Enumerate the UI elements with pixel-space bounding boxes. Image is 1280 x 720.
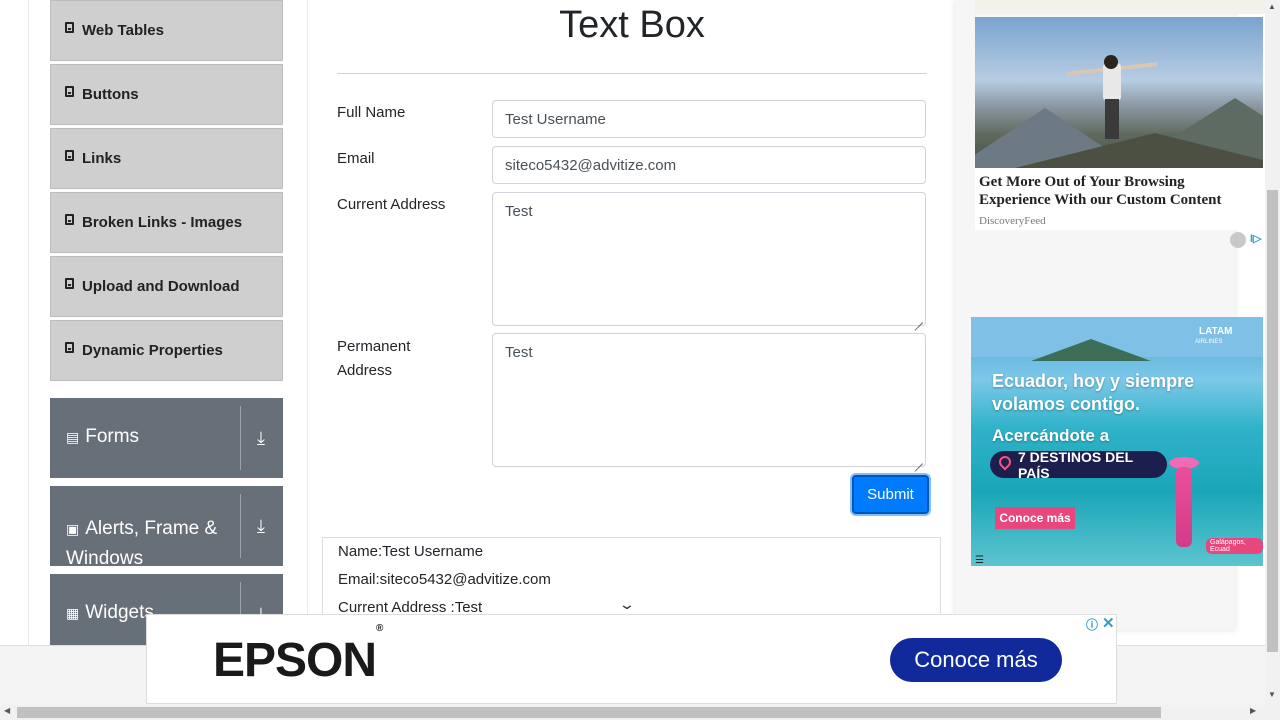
resize-grip-icon[interactable] [915, 456, 923, 464]
sidebar-item-links[interactable]: Links [50, 128, 283, 189]
scroll-up-icon[interactable]: ▲ [1268, 2, 1276, 11]
epson-ad[interactable]: EPSON® Conoce más ⓘ ✕ [146, 614, 1117, 704]
document-icon [65, 278, 74, 289]
email-input[interactable]: siteco5432@advitize.com [492, 146, 926, 184]
output-email: Email:siteco5432@advitize.com [338, 571, 551, 588]
scroll-down-icon[interactable]: ▼ [1268, 690, 1276, 699]
vertical-scroll-thumb[interactable] [1267, 190, 1278, 652]
ad-image [975, 17, 1263, 168]
permanent-address-label-line1: Permanent [337, 338, 411, 355]
conoce-mas-button[interactable]: Conoce más [890, 638, 1062, 682]
ad-line1: Ecuador, hoy y siempre [992, 371, 1195, 391]
document-icon [65, 342, 74, 353]
ad-figure [1176, 467, 1192, 547]
location-tag: Galápagos, Ecuad [1206, 538, 1263, 554]
download-icon[interactable]: ⤓ [257, 516, 265, 537]
title-divider [337, 73, 927, 74]
scroll-left-icon[interactable]: ◀ [4, 706, 10, 715]
widgets-icon: ▦ [66, 605, 80, 621]
full-name-label: Full Name [337, 104, 406, 121]
sidebar-group-forms[interactable]: ▤ Forms ⤓ [50, 398, 283, 478]
current-address-value: Test [505, 203, 533, 220]
document-icon [65, 150, 74, 161]
group-label: Widgets [85, 602, 154, 623]
latam-logo: LATAM [1199, 326, 1233, 337]
page-title: Text Box [559, 4, 705, 46]
permanent-address-label-line2: Address [337, 362, 393, 379]
window-icon: ▣ [66, 521, 80, 537]
permanent-address-value: Test [505, 344, 533, 361]
sidebar-item-label: Upload and Download [82, 278, 240, 295]
group-divider [240, 406, 241, 470]
latam-ad[interactable]: LATAM AIRLINES Ecuador, hoy y siempre vol… [971, 317, 1263, 566]
document-icon [65, 22, 74, 33]
current-address-label: Current Address [337, 196, 446, 213]
sidebar-item-label: Web Tables [82, 22, 164, 39]
sidebar-group-alerts[interactable]: ▣ Alerts, Frame & Windows ⤓ [50, 486, 283, 566]
ad-line2: volamos contigo. [992, 394, 1141, 414]
content-border [307, 0, 308, 645]
download-icon[interactable]: ⤓ [257, 428, 265, 449]
full-name-input[interactable]: Test Username [492, 100, 926, 138]
pill-text: 7 DESTINOS DEL PAÍS [1018, 448, 1133, 481]
form-icon: ▤ [66, 429, 80, 445]
discovery-ad[interactable]: Get More Out of Your Browsing Experience… [975, 17, 1263, 230]
conoce-mas-ad-button[interactable]: Conoce más [995, 507, 1075, 529]
menu-icon[interactable]: ☰ [975, 555, 984, 566]
chevron-down-icon[interactable]: ⌄ [618, 596, 636, 613]
group-label: Alerts, Frame & [85, 518, 218, 539]
output-name: Name:Test Username [338, 543, 484, 560]
sidebar-item-label: Broken Links - Images [82, 214, 243, 231]
sidebar-item-dynamic-properties[interactable]: Dynamic Properties [50, 320, 283, 381]
group-divider [240, 494, 241, 558]
info-icon[interactable]: ⓘ [1086, 616, 1098, 633]
ad-source: DiscoveryFeed [979, 215, 1046, 227]
adchoices-icon[interactable] [1230, 232, 1246, 248]
permanent-address-label: Permanent Address [337, 335, 410, 383]
sidebar-item-upload-download[interactable]: Upload and Download [50, 256, 283, 317]
left-border [28, 0, 29, 645]
document-icon [65, 86, 74, 97]
sidebar-item-buttons[interactable]: Buttons [50, 64, 283, 125]
sidebar-item-label: Dynamic Properties [82, 342, 223, 359]
group-label: Forms [85, 426, 140, 447]
document-icon [65, 214, 74, 225]
sidebar-item-web-tables[interactable]: Web Tables [50, 0, 283, 61]
submit-button[interactable]: Submit [852, 475, 929, 514]
destinations-pill: 7 DESTINOS DEL PAÍS [990, 448, 1167, 481]
horizontal-scroll-thumb[interactable] [17, 707, 1161, 718]
ad-subheadline: Acercándote a [992, 426, 1110, 445]
ad-top-strip [975, 0, 1265, 14]
current-address-textarea[interactable]: Test [492, 192, 926, 326]
resize-grip-icon[interactable] [915, 315, 923, 323]
latam-logo-sub: AIRLINES [1195, 339, 1223, 345]
permanent-address-textarea[interactable]: Test [492, 333, 926, 467]
epson-logo: EPSON® [213, 623, 383, 687]
sidebar-item-label: Buttons [82, 86, 139, 103]
email-label: Email [337, 150, 375, 167]
ad-headline: Ecuador, hoy y siempre volamos contigo. [992, 370, 1194, 416]
location-pin-icon [996, 453, 1014, 471]
sidebar-item-broken-links[interactable]: Broken Links - Images [50, 192, 283, 253]
close-icon[interactable]: ✕ [1102, 614, 1115, 632]
sidebar-item-label: Links [82, 150, 122, 167]
adchoices-arrow-icon[interactable]: I▷ [1250, 232, 1262, 245]
scroll-right-icon[interactable]: ▶ [1250, 706, 1256, 715]
ad-headline[interactable]: Get More Out of Your Browsing Experience… [979, 173, 1239, 209]
group-label-line2: Windows [66, 548, 144, 566]
